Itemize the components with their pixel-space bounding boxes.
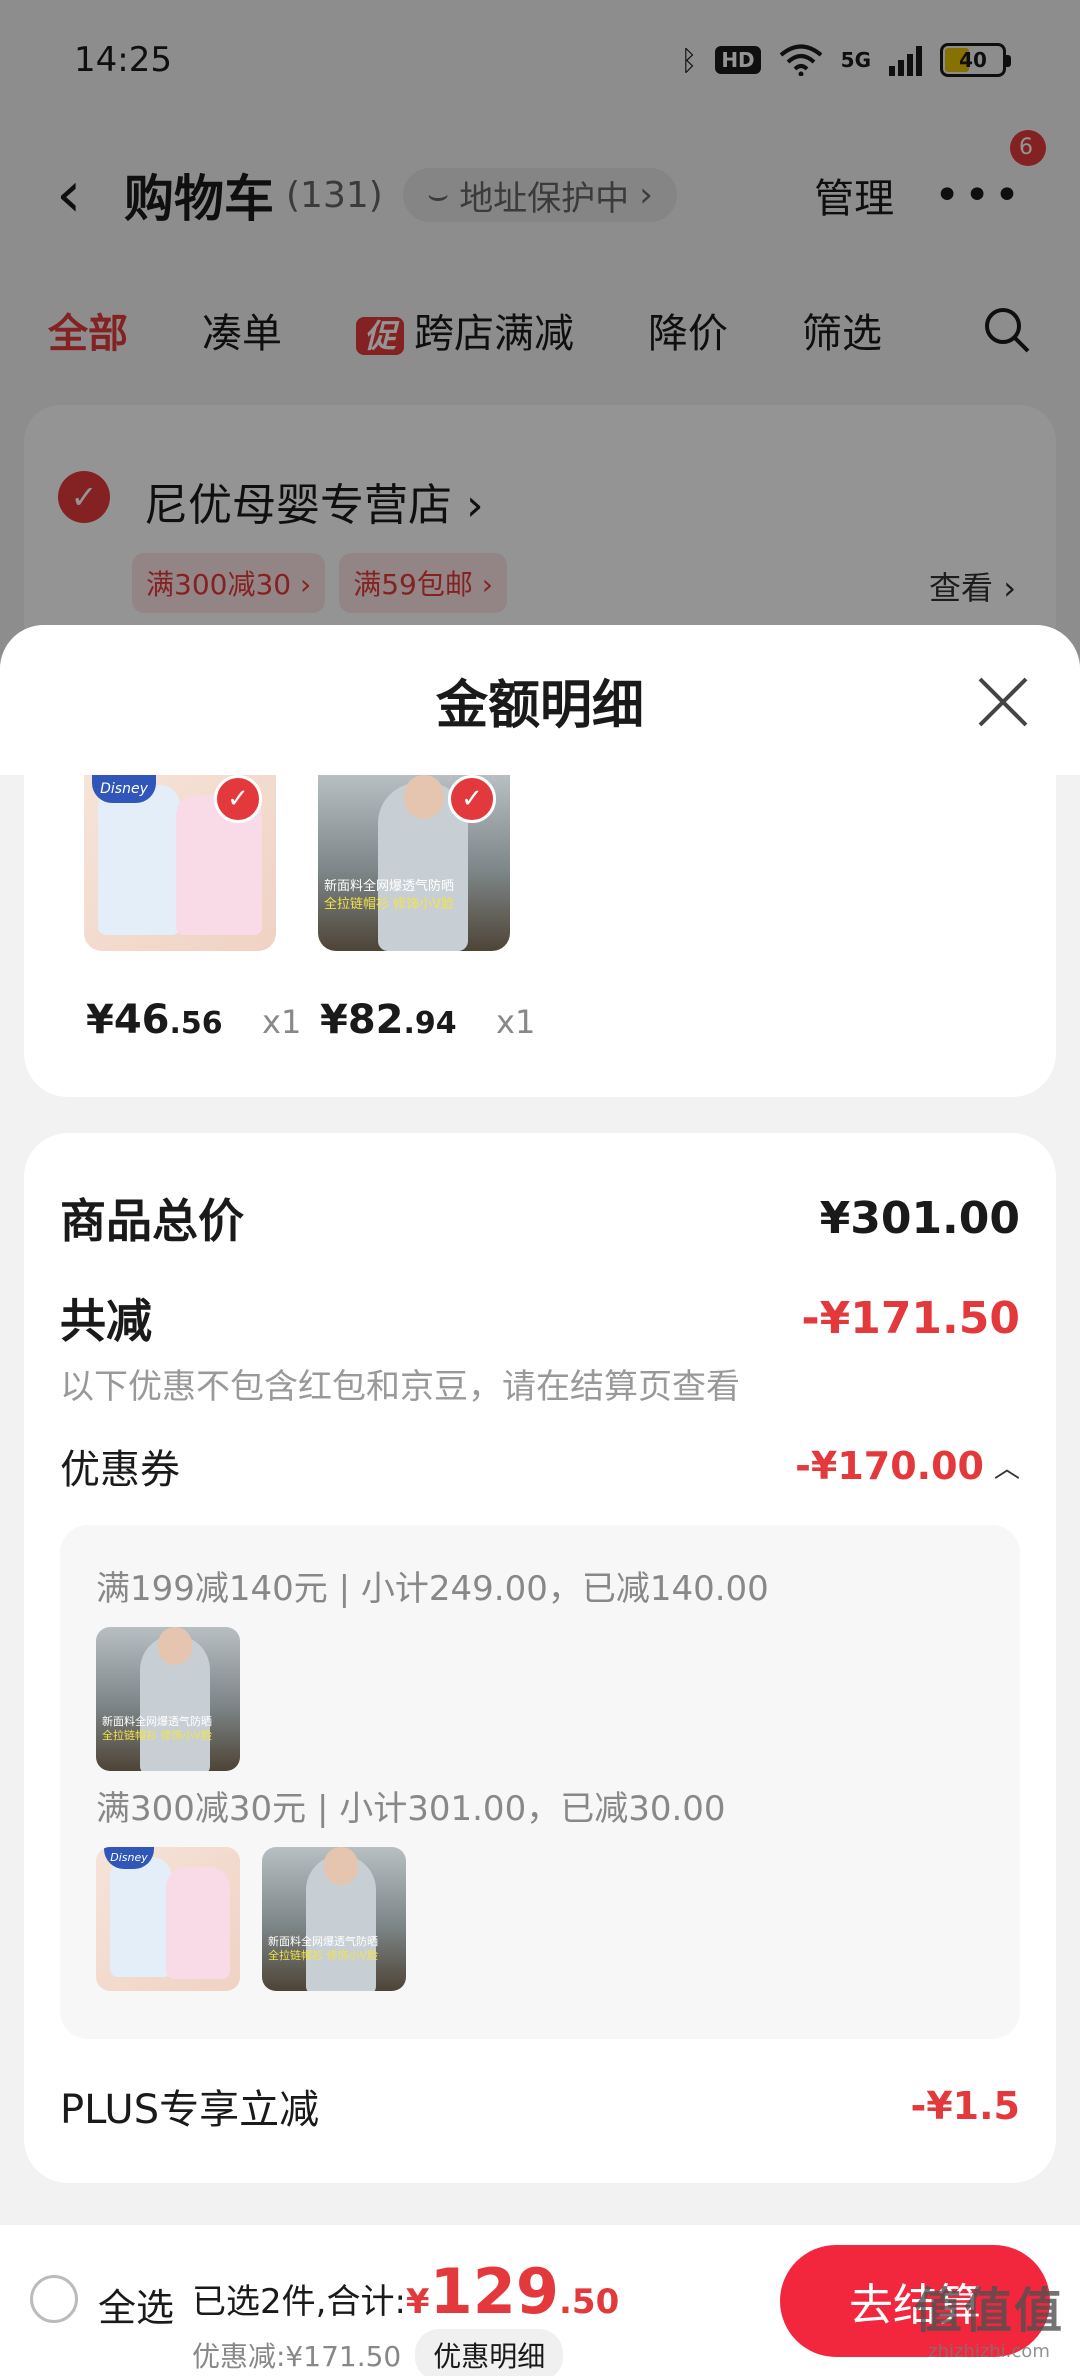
check-icon: ✓ <box>214 775 262 823</box>
brand-logo: Disney <box>92 775 156 803</box>
chevron-up-icon: ︿ <box>993 1453 1020 1484</box>
product-quantity: x1 <box>262 1003 302 1041</box>
price-dec: .56 <box>169 1006 223 1041</box>
amount-summary: 商品总价 ¥301.00 共减 -¥171.50 以下优惠不包含红包和京豆，请在… <box>24 1133 1056 2183</box>
product-thumbnail: Disney ✓ <box>84 775 276 951</box>
total-reduction-value: -¥171.50 <box>801 1292 1020 1344</box>
thumb-caption: 全拉链帽衫 修饰小V脸 <box>268 1949 379 1962</box>
total-price-row: 商品总价 ¥301.00 <box>60 1185 1020 1251</box>
total-reduction-label: 共减 <box>60 1294 152 1348</box>
product-item[interactable]: Disney ✓ ¥46.56 x1 <box>84 775 301 1043</box>
watermark-logo: 值值值 <box>913 2283 1064 2339</box>
coupon-rule: 满199减140元 | 小计249.00，已减140.00 <box>96 1569 769 1609</box>
close-icon[interactable] <box>976 675 1030 729</box>
coupon-row[interactable]: 优惠券 -¥170.00 ︿ <box>60 1437 1020 1495</box>
plus-discount-label: PLUS专享立减 <box>60 2087 320 2133</box>
check-icon: ✓ <box>448 775 496 823</box>
checkout-bar: 全选 已选2件,合计: ¥ 129 .50 优惠减:¥171.50 优惠明细 去… <box>0 2225 1080 2376</box>
product-item[interactable]: 新面料全网爆透气防晒 全拉链帽衫 修饰小V脸 ✓ ¥82.94 x1 <box>318 775 535 1043</box>
coupon-product-thumbnail: 新面料全网爆透气防晒 全拉链帽衫 修饰小V脸 <box>96 1627 240 1771</box>
plus-discount-row: PLUS专享立减 -¥1.5 <box>60 2077 1020 2135</box>
thumb-caption: 全拉链帽衫 修饰小V脸 <box>102 1729 213 1742</box>
total-currency: ¥ <box>405 2282 430 2322</box>
thumb-caption: 全拉链帽衫 修饰小V脸 <box>324 897 455 912</box>
watermark-url: zhizhizhi.com <box>928 2341 1050 2362</box>
plus-discount-value: -¥1.5 <box>910 2084 1020 2128</box>
product-quantity: x1 <box>496 1003 536 1041</box>
price-int: ¥82 <box>320 997 404 1043</box>
product-price: ¥82.94 <box>320 997 457 1043</box>
coupon-details: 满199减140元 | 小计249.00，已减140.00 新面料全网爆透气防晒… <box>60 1525 1020 2039</box>
coupon-product-thumbnail: Disney <box>96 1847 240 1991</box>
sheet-header: 金额明细 <box>0 625 1080 775</box>
discount-line: 优惠减:¥171.50 优惠明细 <box>192 2329 564 2376</box>
coupon-rule: 满300减30元 | 小计301.00，已减30.00 <box>96 1789 726 1829</box>
sheet-title: 金额明细 <box>435 675 644 736</box>
thumb-caption: 新面料全网爆透气防晒 <box>324 879 455 894</box>
selected-products: Disney ✓ ¥46.56 x1 新面料全网爆透气防晒 全拉链帽衫 修饰小V… <box>24 775 1056 1097</box>
coupon-value: -¥170.00 <box>795 1444 984 1488</box>
product-price: ¥46.56 <box>86 997 223 1043</box>
selected-count-label: 已选2件,合计: <box>192 2282 406 2322</box>
total-price-value: ¥301.00 <box>819 1192 1020 1244</box>
amount-detail-sheet: 金额明细 Disney ✓ ¥46.56 x1 新面料全网爆透气防晒 全拉链帽衫… <box>0 625 1080 2225</box>
price-int: ¥46 <box>86 997 170 1043</box>
select-all-checkbox[interactable] <box>30 2275 78 2323</box>
coupon-product-thumbnail: 新面料全网爆透气防晒 全拉链帽衫 修饰小V脸 <box>262 1847 406 1991</box>
discount-amount: 优惠减:¥171.50 <box>192 2340 402 2373</box>
watermark: 值值值 zhizhizhi.com <box>914 2271 1064 2362</box>
total-amount-dec: .50 <box>559 2282 620 2322</box>
total-amount-int: 129 <box>429 2255 559 2328</box>
coupon-label: 优惠券 <box>60 1447 180 1493</box>
total-price-label: 商品总价 <box>60 1194 244 1248</box>
total-reduction-row: 共减 -¥171.50 <box>60 1285 1020 1351</box>
product-thumbnail: 新面料全网爆透气防晒 全拉链帽衫 修饰小V脸 ✓ <box>318 775 510 951</box>
total-line: 已选2件,合计: ¥ 129 .50 <box>192 2255 619 2328</box>
price-dec: .94 <box>403 1006 457 1041</box>
discount-detail-button[interactable]: 优惠明细 <box>415 2329 564 2376</box>
reduction-note: 以下优惠不包含红包和京豆，请在结算页查看 <box>60 1367 740 1407</box>
select-all-label[interactable]: 全选 <box>98 2277 174 2332</box>
